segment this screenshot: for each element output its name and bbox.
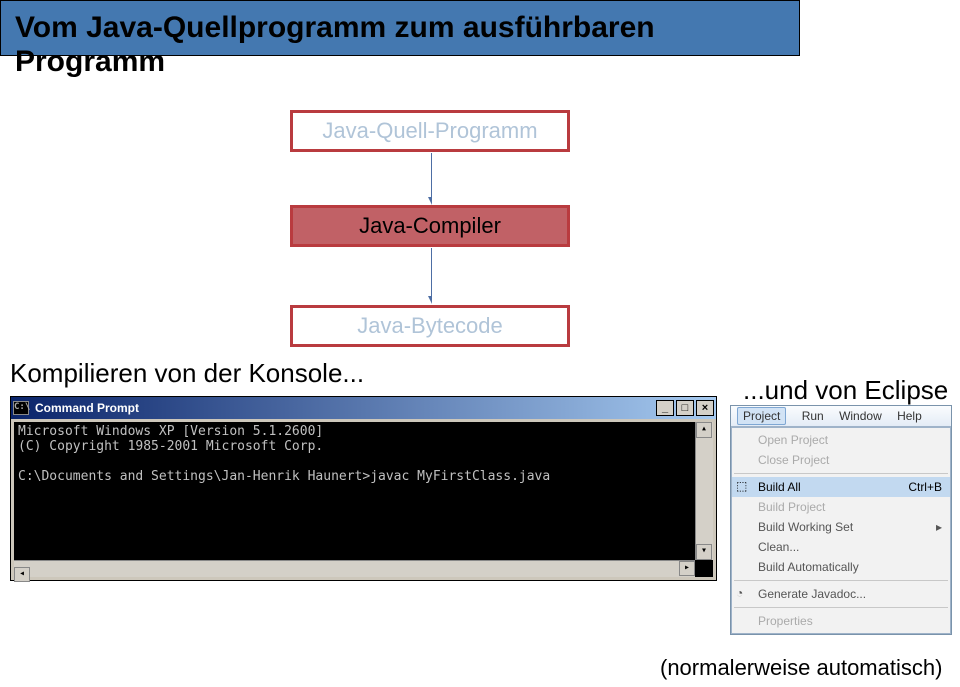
menu-clean[interactable]: Clean... — [732, 537, 950, 557]
caption-eclipse: ...und von Eclipse — [743, 375, 948, 406]
eclipse-dropdown: Open Project Close Project ⬚ Build All C… — [731, 427, 951, 634]
menu-open-project[interactable]: Open Project — [732, 430, 950, 450]
horizontal-scrollbar[interactable]: ◂ ▸ — [14, 560, 695, 577]
cmd-line: (C) Copyright 1985-2001 Microsoft Corp. — [18, 439, 323, 454]
maximize-button[interactable]: □ — [676, 400, 694, 416]
footnote: (normalerweise automatisch) — [660, 655, 942, 681]
menu-project[interactable]: Project — [737, 407, 786, 425]
page-title: Vom Java-Quellprogramm zum ausführbaren … — [0, 0, 800, 56]
menu-build-automatically[interactable]: Build Automatically — [732, 557, 950, 577]
menu-window[interactable]: Window — [839, 409, 882, 423]
cmd-titlebar[interactable]: C:\ Command Prompt _ □ × — [11, 397, 716, 419]
minimize-button[interactable]: _ — [656, 400, 674, 416]
scroll-up-icon[interactable]: ▴ — [696, 422, 712, 438]
menu-generate-javadoc[interactable]: ◔ Generate Javadoc... — [732, 584, 950, 604]
cmd-line: C:\Documents and Settings\Jan-Henrik Hau… — [18, 469, 550, 484]
menu-separator — [734, 473, 948, 474]
cmd-title: Command Prompt — [35, 401, 656, 415]
flow-box-source: Java-Quell-Programm — [290, 110, 570, 152]
submenu-arrow-icon: ▸ — [936, 520, 942, 534]
eclipse-menu: Project Run Window Help Open Project Clo… — [730, 405, 952, 635]
cmd-icon: C:\ — [13, 401, 29, 415]
menu-separator — [734, 607, 948, 608]
cmd-body[interactable]: Microsoft Windows XP [Version 5.1.2600] … — [14, 422, 713, 577]
javadoc-icon: ◔ — [736, 586, 752, 602]
menu-run[interactable]: Run — [802, 409, 824, 423]
close-button[interactable]: × — [696, 400, 714, 416]
vertical-scrollbar[interactable]: ▴ ▾ — [695, 422, 713, 560]
menu-properties[interactable]: Properties — [732, 611, 950, 631]
menu-separator — [734, 580, 948, 581]
flow-box-bytecode: Java-Bytecode — [290, 305, 570, 347]
cmd-line: Microsoft Windows XP [Version 5.1.2600] — [18, 424, 323, 439]
flow-box-compiler: Java-Compiler — [290, 205, 570, 247]
shortcut-label: Ctrl+B — [908, 480, 942, 494]
menu-help[interactable]: Help — [897, 409, 922, 423]
menu-build-working-set[interactable]: Build Working Set ▸ — [732, 517, 950, 537]
eclipse-menubar[interactable]: Project Run Window Help — [731, 406, 951, 427]
scroll-right-icon[interactable]: ▸ — [679, 561, 695, 576]
command-prompt-window: C:\ Command Prompt _ □ × Microsoft Windo… — [10, 396, 717, 581]
arrow-icon — [428, 153, 432, 205]
menu-build-all[interactable]: ⬚ Build All Ctrl+B — [732, 477, 950, 497]
scroll-left-icon[interactable]: ◂ — [14, 567, 30, 582]
build-icon: ⬚ — [736, 479, 752, 495]
arrow-icon — [428, 248, 432, 304]
menu-build-project[interactable]: Build Project — [732, 497, 950, 517]
menu-close-project[interactable]: Close Project — [732, 450, 950, 470]
scroll-down-icon[interactable]: ▾ — [696, 544, 712, 560]
caption-console: Kompilieren von der Konsole... — [10, 358, 364, 389]
